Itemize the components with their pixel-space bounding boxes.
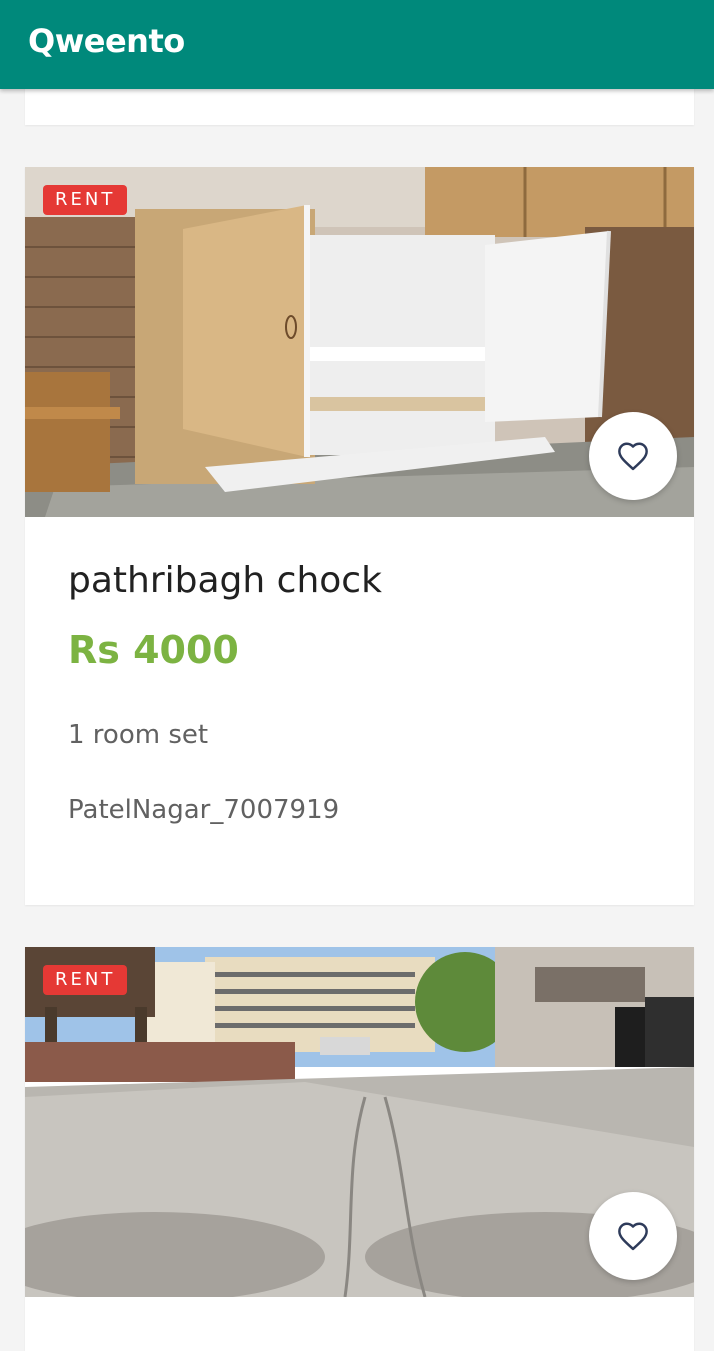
listing-code: PatelNagar_7007919 <box>68 795 340 825</box>
favorite-button[interactable] <box>589 1192 677 1280</box>
rent-badge: RENT <box>43 185 128 215</box>
listing-price: Rs 4000 <box>68 628 239 672</box>
app-title: Qweento <box>28 22 185 60</box>
listing-title: pathribagh chock <box>68 560 382 601</box>
rent-badge: RENT <box>43 965 128 995</box>
listing-card[interactable]: RENT pathribagh chock Rs 4000 1 room set… <box>25 167 694 905</box>
listing-description: 1 room set <box>68 720 209 750</box>
listing-card[interactable]: RENT <box>25 947 694 1351</box>
listing-photo[interactable]: RENT <box>25 947 694 1297</box>
heart-outline-icon <box>618 1222 648 1251</box>
listing-photo[interactable]: RENT <box>25 167 694 517</box>
heart-outline-icon <box>618 442 648 471</box>
app-bar: Qweento <box>0 0 714 89</box>
favorite-button[interactable] <box>589 412 677 500</box>
